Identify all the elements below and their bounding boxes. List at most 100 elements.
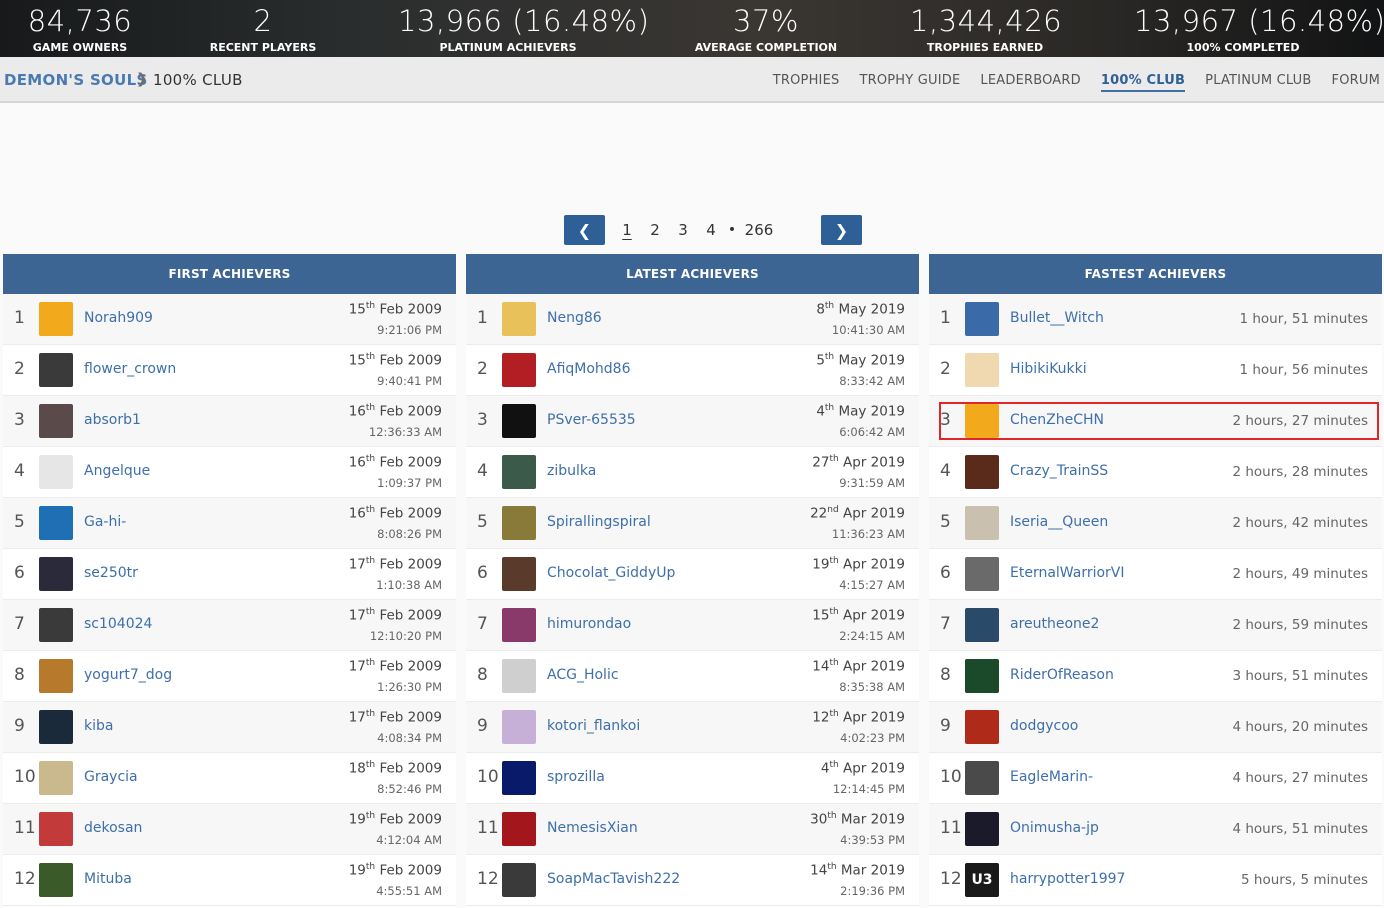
username-link[interactable]: yogurt7_dog — [84, 667, 172, 683]
avatar[interactable] — [965, 761, 999, 795]
avatar[interactable] — [39, 608, 73, 642]
table-row[interactable]: 5 Ga-hi- 16th Feb 2009 8:08:26 PM — [3, 498, 456, 549]
username-link[interactable]: Bullet__Witch — [1010, 310, 1104, 326]
table-row[interactable]: 4 zibulka 27th Apr 2019 9:31:59 AM — [466, 447, 919, 498]
table-row[interactable]: 7 sc104024 17th Feb 2009 12:10:20 PM — [3, 600, 456, 651]
username-link[interactable]: Spirallingspiral — [547, 514, 651, 530]
avatar[interactable] — [965, 302, 999, 336]
page-link-2[interactable]: 2 — [641, 221, 669, 239]
username-link[interactable]: Angelque — [84, 463, 150, 479]
table-row[interactable]: 3 PSver-65535 4th May 2019 6:06:42 AM — [466, 396, 919, 447]
table-row[interactable]: 6 EternalWarriorVI 2 hours, 49 minutes — [929, 549, 1382, 600]
avatar[interactable] — [502, 608, 536, 642]
avatar[interactable] — [502, 710, 536, 744]
avatar[interactable] — [39, 761, 73, 795]
username-link[interactable]: Norah909 — [84, 310, 153, 326]
username-link[interactable]: NemesisXian — [547, 820, 638, 836]
avatar[interactable] — [39, 812, 73, 846]
username-link[interactable]: HibikiKukki — [1010, 361, 1087, 377]
avatar[interactable] — [39, 353, 73, 387]
username-link[interactable]: Iseria__Queen — [1010, 514, 1108, 530]
table-row[interactable]: 9 dodgycoo 4 hours, 20 minutes — [929, 702, 1382, 753]
username-link[interactable]: areutheone2 — [1010, 616, 1099, 632]
nav-leaderboard[interactable]: LEADERBOARD — [980, 73, 1080, 92]
username-link[interactable]: se250tr — [84, 565, 138, 581]
avatar[interactable] — [39, 302, 73, 336]
table-row[interactable]: 6 se250tr 17th Feb 2009 1:10:38 AM — [3, 549, 456, 600]
nav-forum[interactable]: FORUM — [1332, 73, 1380, 92]
avatar[interactable] — [39, 710, 73, 744]
table-row[interactable]: 10 Graycia 18th Feb 2009 8:52:46 PM — [3, 753, 456, 804]
avatar[interactable] — [965, 659, 999, 693]
avatar[interactable] — [965, 404, 999, 438]
username-link[interactable]: PSver-65535 — [547, 412, 636, 428]
prev-page-button[interactable]: ❮ — [564, 215, 605, 245]
table-row[interactable]: 4 Crazy_TrainSS 2 hours, 28 minutes — [929, 447, 1382, 498]
table-row[interactable]: 8 yogurt7_dog 17th Feb 2009 1:26:30 PM — [3, 651, 456, 702]
nav-trophies[interactable]: TROPHIES — [773, 73, 840, 92]
avatar[interactable] — [39, 455, 73, 489]
table-row[interactable]: 3 ChenZheCHN 2 hours, 27 minutes — [929, 396, 1382, 447]
table-row[interactable]: 12 U3 harrypotter1997 5 hours, 5 minutes — [929, 855, 1382, 906]
username-link[interactable]: sc104024 — [84, 616, 152, 632]
username-link[interactable]: Onimusha-jp — [1010, 820, 1099, 836]
username-link[interactable]: EternalWarriorVI — [1010, 565, 1125, 581]
username-link[interactable]: Mituba — [84, 871, 132, 887]
avatar[interactable] — [965, 353, 999, 387]
avatar[interactable] — [502, 812, 536, 846]
avatar[interactable] — [502, 659, 536, 693]
avatar[interactable] — [965, 455, 999, 489]
avatar[interactable] — [965, 710, 999, 744]
page-link-1[interactable]: 1 — [613, 221, 641, 239]
table-row[interactable]: 11 NemesisXian 30th Mar 2019 4:39:53 PM — [466, 804, 919, 855]
username-link[interactable]: EagleMarin- — [1010, 769, 1093, 785]
avatar[interactable] — [965, 557, 999, 591]
nav-100-club[interactable]: 100% CLUB — [1100, 73, 1186, 92]
table-row[interactable]: 9 kiba 17th Feb 2009 4:08:34 PM — [3, 702, 456, 753]
username-link[interactable]: ACG_Holic — [547, 667, 619, 683]
avatar[interactable] — [502, 863, 536, 897]
username-link[interactable]: Neng86 — [547, 310, 602, 326]
username-link[interactable]: sprozilla — [547, 769, 605, 785]
table-row[interactable]: 10 EagleMarin- 4 hours, 27 minutes — [929, 753, 1382, 804]
table-row[interactable]: 7 areutheone2 2 hours, 59 minutes — [929, 600, 1382, 651]
avatar[interactable] — [39, 506, 73, 540]
avatar[interactable] — [965, 608, 999, 642]
table-row[interactable]: 11 Onimusha-jp 4 hours, 51 minutes — [929, 804, 1382, 855]
page-link-4[interactable]: 4 — [697, 221, 725, 239]
table-row[interactable]: 2 AfiqMohd86 5th May 2019 8:33:42 AM — [466, 345, 919, 396]
username-link[interactable]: Graycia — [84, 769, 138, 785]
username-link[interactable]: RiderOfReason — [1010, 667, 1114, 683]
avatar[interactable] — [39, 557, 73, 591]
username-link[interactable]: Chocolat_GiddyUp — [547, 565, 675, 581]
username-link[interactable]: SoapMacTavish222 — [547, 871, 680, 887]
username-link[interactable]: AfiqMohd86 — [547, 361, 631, 377]
table-row[interactable]: 6 Chocolat_GiddyUp 19th Apr 2019 4:15:27 AM — [466, 549, 919, 600]
table-row[interactable]: 9 kotori_flankoi 12th Apr 2019 4:02:23 PM — [466, 702, 919, 753]
table-row[interactable]: 11 dekosan 19th Feb 2009 4:12:04 AM — [3, 804, 456, 855]
table-row[interactable]: 3 absorb1 16th Feb 2009 12:36:33 AM — [3, 396, 456, 447]
avatar[interactable] — [39, 659, 73, 693]
avatar[interactable] — [502, 506, 536, 540]
username-link[interactable]: absorb1 — [84, 412, 141, 428]
username-link[interactable]: Crazy_TrainSS — [1010, 463, 1108, 479]
username-link[interactable]: harrypotter1997 — [1010, 871, 1125, 887]
table-row[interactable]: 8 ACG_Holic 14th Apr 2019 8:35:38 AM — [466, 651, 919, 702]
avatar[interactable] — [502, 404, 536, 438]
page-link-last[interactable]: 266 — [739, 221, 779, 239]
username-link[interactable]: flower_crown — [84, 361, 176, 377]
next-page-button[interactable]: ❯ — [821, 215, 862, 245]
username-link[interactable]: dekosan — [84, 820, 142, 836]
table-row[interactable]: 1 Neng86 8th May 2019 10:41:30 AM — [466, 294, 919, 345]
page-link-3[interactable]: 3 — [669, 221, 697, 239]
table-row[interactable]: 5 Spirallingspiral 22nd Apr 2019 11:36:23 A… — [466, 498, 919, 549]
avatar[interactable] — [965, 506, 999, 540]
avatar[interactable] — [502, 761, 536, 795]
table-row[interactable]: 8 RiderOfReason 3 hours, 51 minutes — [929, 651, 1382, 702]
username-link[interactable]: kiba — [84, 718, 113, 734]
table-row[interactable]: 7 himurondao 15th Apr 2019 2:24:15 AM — [466, 600, 919, 651]
username-link[interactable]: dodgycoo — [1010, 718, 1078, 734]
avatar[interactable] — [502, 302, 536, 336]
avatar[interactable] — [39, 863, 73, 897]
avatar[interactable]: U3 — [965, 863, 999, 897]
